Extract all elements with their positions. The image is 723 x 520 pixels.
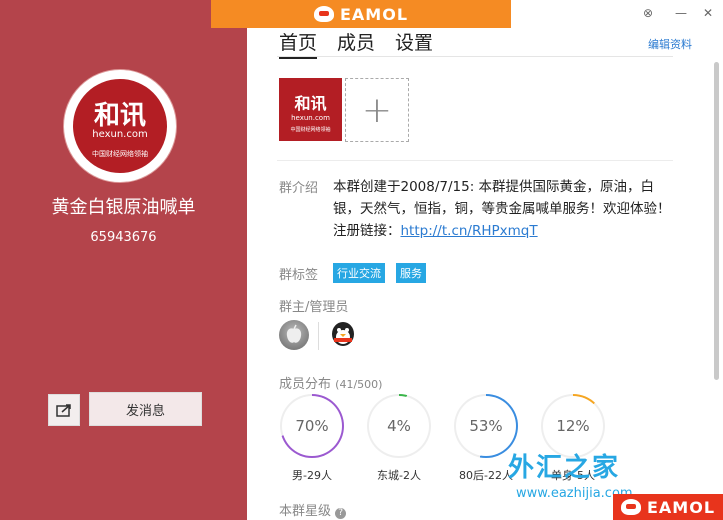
- photo-domain: hexun.com: [291, 114, 330, 122]
- share-button[interactable]: [48, 394, 80, 426]
- add-photo-button[interactable]: +: [345, 78, 409, 142]
- dist-region-percent: 4%: [387, 417, 411, 435]
- owners-label: 群主/管理员: [279, 300, 349, 315]
- scrollbar[interactable]: [714, 62, 719, 380]
- settings-icon[interactable]: ⊗: [643, 6, 653, 20]
- qq-penguin-icon: [332, 322, 354, 346]
- hexun-logo: 和讯 hexun.com 中国财经网络领袖: [73, 79, 167, 173]
- photo-logo-text: 和讯: [294, 94, 327, 113]
- group-id: 65943676: [90, 230, 157, 245]
- stars-label: 本群星级 ?: [279, 500, 347, 519]
- dist-region: 4%: [367, 394, 431, 458]
- logo-tagline: 中国财经网络领袖: [92, 150, 148, 158]
- tab-settings[interactable]: 设置: [395, 28, 433, 59]
- owner-avatar[interactable]: [279, 320, 309, 350]
- eamol-bottom-badge: EAMOL: [613, 494, 723, 520]
- divider: [318, 322, 319, 350]
- intro-body: 本群创建于2008/7/15: 本群提供国际黄金，原油，白银，天然气，恒指，铜，…: [333, 179, 671, 217]
- dist-gender-label: 男-29人: [292, 469, 332, 482]
- stars-title: 本群星级: [279, 504, 332, 519]
- admin-avatar[interactable]: [328, 320, 358, 350]
- eamol-bottom-brand: EAMOL: [646, 497, 716, 517]
- register-line: 注册链接：http://t.cn/RHPxmqT: [333, 220, 678, 242]
- distribution-title: 成员分布: [279, 377, 332, 392]
- photo-tagline: 中国财经网络领袖: [290, 127, 331, 133]
- divider: [277, 160, 673, 161]
- eamol-brand: EAMOL: [339, 4, 409, 24]
- distribution-label: 成员分布 (41/500): [279, 373, 382, 392]
- tab-members[interactable]: 成员: [337, 28, 375, 59]
- logo-domain: hexun.com: [92, 129, 148, 140]
- eamol-banner: EAMOL: [211, 0, 511, 28]
- dist-age-percent: 53%: [469, 417, 503, 435]
- edit-profile-link[interactable]: 编辑资料: [648, 36, 692, 52]
- member-count: (41/500): [335, 378, 383, 391]
- help-icon[interactable]: ?: [335, 508, 347, 519]
- group-avatar: 和讯 hexun.com 中国财经网络领袖: [64, 70, 176, 182]
- plus-icon: +: [361, 89, 393, 131]
- group-name: 黄金白银原油喊单: [51, 197, 196, 218]
- share-icon: [56, 404, 71, 417]
- tab-home[interactable]: 首页: [279, 28, 318, 59]
- intro-label: 群介绍: [279, 181, 319, 196]
- minimize-button[interactable]: —: [675, 6, 687, 20]
- profile-panel: 和讯 hexun.com 中国财经网络领袖 黄金白银原油喊单 65943676 …: [0, 0, 247, 520]
- send-message-button[interactable]: 发消息: [89, 392, 202, 426]
- tag-industry[interactable]: 行业交流: [333, 263, 385, 283]
- dist-single-percent: 12%: [556, 417, 590, 435]
- close-button[interactable]: ✕: [703, 6, 713, 20]
- apple-icon: [286, 324, 302, 343]
- watermark-text: 外汇之家: [508, 453, 621, 483]
- register-link[interactable]: http://t.cn/RHPxmqT: [401, 223, 538, 239]
- tag-service[interactable]: 服务: [396, 263, 426, 283]
- dist-gender: 70%: [280, 394, 344, 458]
- dist-gender-percent: 70%: [295, 417, 329, 435]
- group-photo[interactable]: 和讯 hexun.com 中国财经网络领袖: [279, 78, 342, 141]
- tags-label: 群标签: [279, 268, 319, 283]
- eamol-logo-icon: [620, 499, 641, 515]
- tab-bar: 首页 成员 设置: [279, 28, 433, 59]
- divider: [277, 56, 673, 57]
- register-prefix: 注册链接：: [333, 223, 401, 239]
- dist-region-label: 东城-2人: [377, 469, 421, 482]
- logo-main-text: 和讯: [93, 101, 146, 131]
- eamol-logo-icon: [313, 6, 334, 22]
- intro-text: 本群创建于2008/7/15: 本群提供国际黄金，原油，白银，天然气，恒指，铜，…: [333, 176, 678, 242]
